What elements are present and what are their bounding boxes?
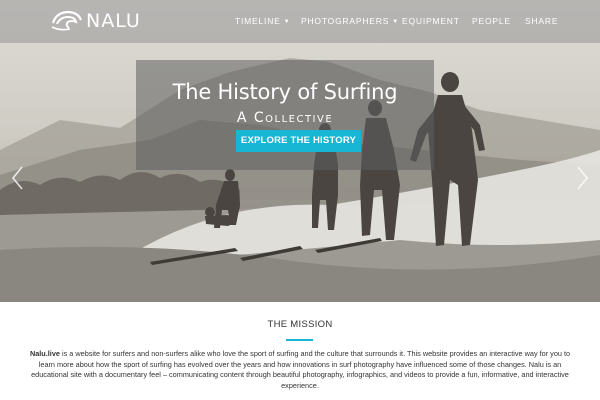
- mission-body: is a website for surfers and non-surfers…: [31, 349, 571, 390]
- chevron-down-icon: ▼: [283, 19, 291, 25]
- brand-logo[interactable]: NALU: [50, 8, 160, 34]
- nav-item-timeline[interactable]: TIMELINE ▼: [235, 16, 290, 26]
- hero-title-panel: The History of Surfing A Collective EXPL…: [136, 60, 434, 170]
- explore-history-button[interactable]: EXPLORE THE HISTORY: [236, 130, 361, 152]
- mission-divider: [286, 339, 313, 341]
- nav-item-share[interactable]: SHARE: [525, 16, 558, 26]
- nav-item-label: TIMELINE: [235, 16, 281, 26]
- wave-icon: [51, 10, 83, 31]
- chevron-right-icon[interactable]: [574, 165, 590, 191]
- hero-title: The History of Surfing: [172, 80, 398, 104]
- chevron-left-icon[interactable]: [10, 165, 26, 191]
- nav-item-label: PEOPLE: [472, 16, 511, 26]
- hero-section: NALU TIMELINE ▼ PHOTOGRAPHERS ▼ EQUIPMENT …: [0, 0, 600, 302]
- site-name: Nalu.live: [29, 349, 60, 358]
- nav-item-photographers[interactable]: PHOTOGRAPHERS ▼: [301, 16, 399, 26]
- mission-text: Nalu.live is a website for surfers and n…: [28, 349, 572, 391]
- mission-section: THE MISSION Nalu.live is a website for s…: [0, 302, 600, 400]
- mission-title: THE MISSION: [267, 319, 333, 330]
- chevron-down-icon: ▼: [392, 19, 399, 25]
- nav-item-people[interactable]: PEOPLE: [472, 16, 511, 26]
- nav-item-label: EQUIPMENT: [402, 16, 460, 26]
- hero-subtitle: A Collective: [236, 110, 334, 126]
- nav-item-label: SHARE: [525, 16, 559, 26]
- top-navbar: NALU TIMELINE ▼ PHOTOGRAPHERS ▼ EQUIPMENT …: [0, 0, 600, 43]
- brand-name: NALU: [86, 10, 141, 32]
- nav-item-equipment[interactable]: EQUIPMENT: [402, 16, 460, 26]
- nav-item-label: PHOTOGRAPHERS: [301, 16, 390, 26]
